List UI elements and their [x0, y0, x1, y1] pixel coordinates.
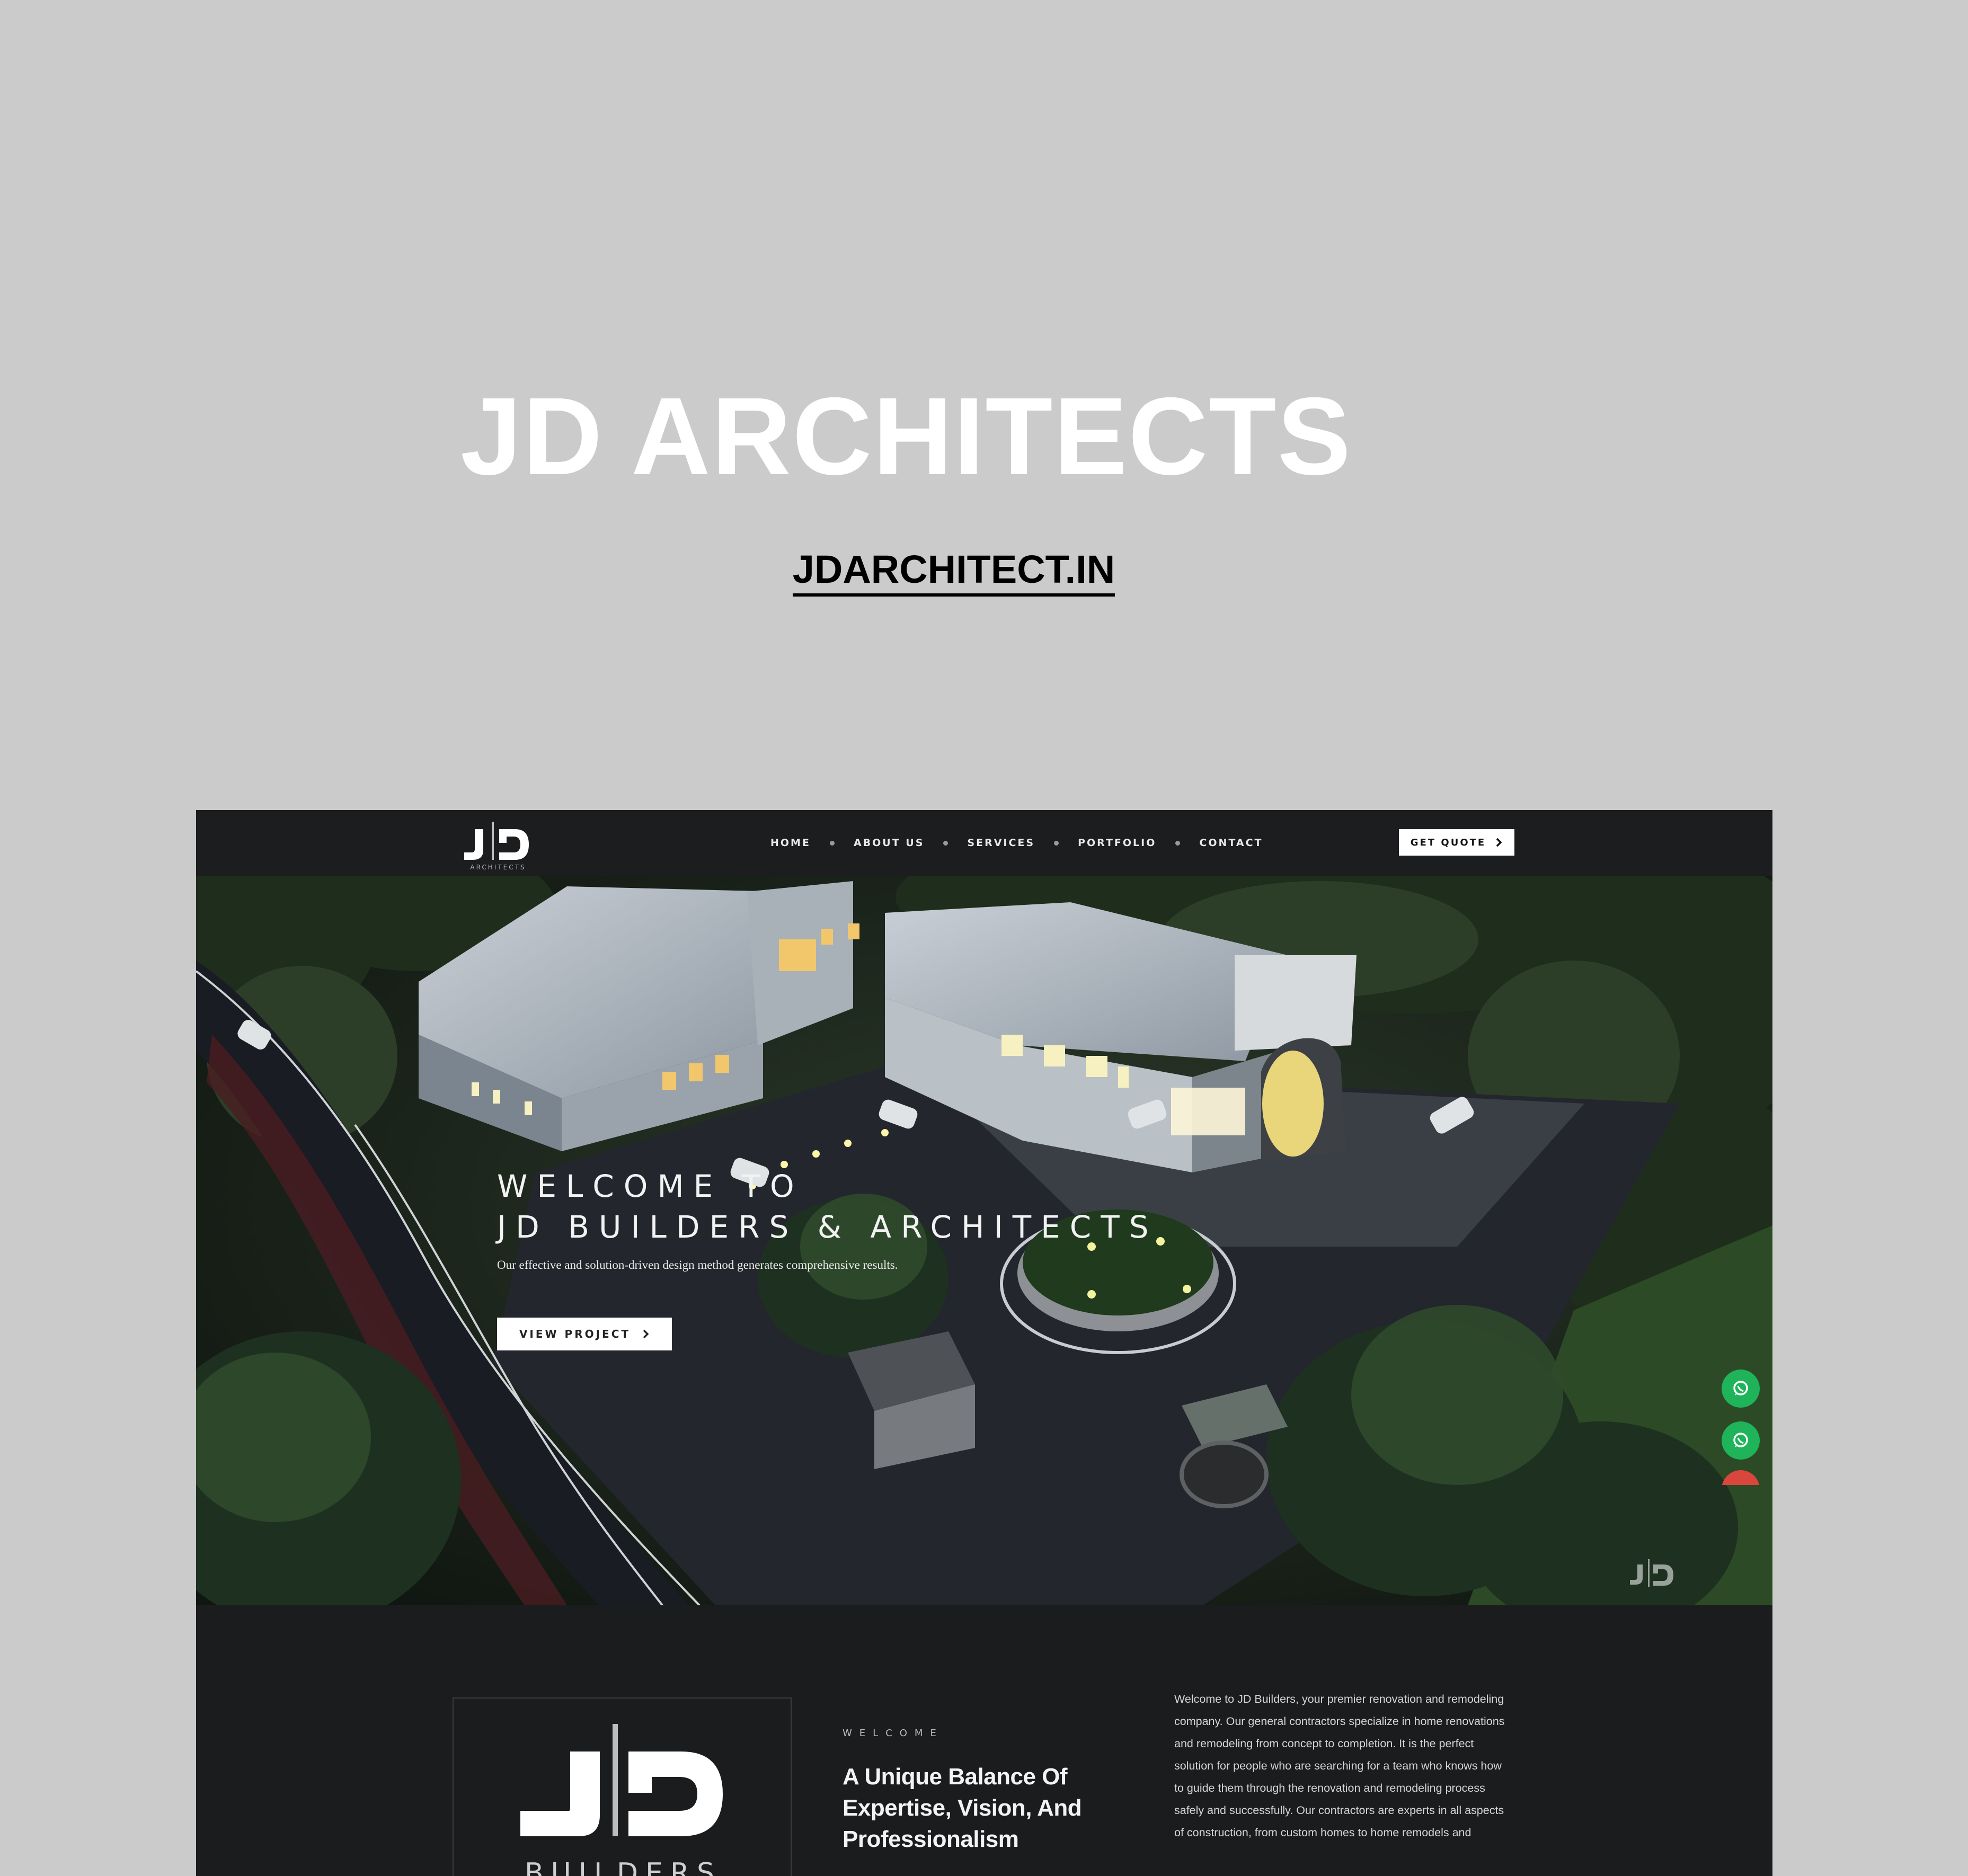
hero-banner: WELCOME TO JD BUILDERS & ARCHITECTS Our …	[196, 876, 1772, 1605]
view-project-label: VIEW PROJECT	[519, 1328, 631, 1340]
logo-subtitle: ARCHITECTS	[470, 864, 526, 871]
nav-separator	[1054, 840, 1059, 846]
website-screenshot: ARCHITECTS HOME ABOUT US SERVICES PORTFO…	[196, 810, 1772, 1876]
nav-portfolio[interactable]: PORTFOLIO	[1078, 837, 1156, 849]
page-title: JD ARCHITECTS	[460, 375, 1352, 498]
nav-about-us[interactable]: ABOUT US	[854, 837, 924, 849]
scroll-top-icon[interactable]	[1722, 1470, 1760, 1485]
get-quote-label: GET QUOTE	[1410, 837, 1486, 848]
nav-separator	[943, 840, 948, 846]
chevron-right-icon	[643, 1329, 649, 1339]
view-project-button[interactable]: VIEW PROJECT	[497, 1318, 672, 1350]
get-quote-button[interactable]: GET QUOTE	[1399, 829, 1514, 856]
builders-wordmark: BUILDERS	[524, 1857, 722, 1876]
hero-subtitle: Our effective and solution-driven design…	[497, 1258, 898, 1272]
about-body-text: Welcome to JD Builders, your premier ren…	[1174, 1693, 1505, 1839]
main-nav: HOME ABOUT US SERVICES PORTFOLIO CONTACT	[770, 833, 1263, 852]
whatsapp-icon[interactable]	[1722, 1370, 1760, 1408]
jd-builders-logo	[520, 1724, 723, 1836]
chevron-right-icon	[1496, 838, 1502, 847]
hero-heading-line2: JD BUILDERS & ARCHITECTS	[497, 1209, 1158, 1245]
site-header: ARCHITECTS HOME ABOUT US SERVICES PORTFO…	[196, 810, 1772, 876]
site-url-link[interactable]: JDARCHITECT.IN	[0, 547, 1908, 597]
builders-logo-box: BUILDERS	[453, 1697, 792, 1876]
hero-text: WELCOME TO JD BUILDERS & ARCHITECTS Our …	[497, 1166, 1158, 1272]
nav-services[interactable]: SERVICES	[967, 837, 1035, 849]
nav-contact[interactable]: CONTACT	[1199, 837, 1263, 849]
nav-home[interactable]: HOME	[770, 837, 811, 849]
about-heading: A Unique Balance Of Expertise, Vision, A…	[843, 1764, 1082, 1852]
welcome-label: WELCOME	[843, 1728, 944, 1739]
nav-separator	[829, 840, 835, 846]
whatsapp-icon[interactable]	[1722, 1421, 1760, 1460]
jd-logo[interactable]: ARCHITECTS	[457, 819, 542, 872]
about-section: BUILDERS WELCOME A Unique Balance Of Exp…	[196, 1605, 1772, 1876]
site-url-text[interactable]: JDARCHITECT.IN	[792, 547, 1115, 597]
hero-heading-line1: WELCOME TO	[497, 1168, 804, 1204]
nav-separator	[1175, 840, 1181, 846]
